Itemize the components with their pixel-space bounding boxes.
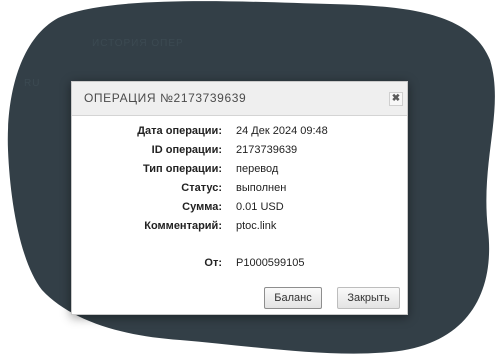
field-value: 2173739639: [236, 144, 298, 156]
field-row-amount: Сумма: 0.01 USD: [72, 201, 407, 217]
balance-button[interactable]: Баланс: [264, 287, 322, 309]
close-button[interactable]: Закрыть: [337, 287, 400, 309]
field-label: Сумма:: [182, 201, 222, 213]
dialog-title: ОПЕРАЦИЯ №2173739639: [84, 91, 247, 105]
field-row-status: Статус: выполнен: [72, 182, 407, 198]
field-value: ptoc.link: [236, 220, 277, 232]
field-value: 24 Дек 2024 09:48: [236, 125, 328, 137]
field-row-date: Дата операции: 24 Дек 2024 09:48: [72, 125, 407, 141]
background-heading-ghost: ИСТОРИЯ ОПЕР: [92, 38, 184, 49]
field-row-comment: Комментарий: ptoc.link: [72, 220, 407, 236]
field-label: ID операции:: [151, 144, 222, 156]
field-value: 0.01 USD: [236, 201, 284, 213]
dialog-header: ОПЕРАЦИЯ №2173739639 ✖: [72, 82, 407, 116]
operation-dialog: ОПЕРАЦИЯ №2173739639 ✖ Дата операции: 24…: [71, 81, 408, 315]
field-row-id: ID операции: 2173739639: [72, 144, 407, 160]
field-value: перевод: [236, 163, 279, 175]
field-row-type: Тип операции: перевод: [72, 163, 407, 179]
field-label: Дата операции:: [137, 125, 222, 137]
field-label: Тип операции:: [142, 163, 222, 175]
field-value: выполнен: [236, 182, 287, 194]
field-label: Комментарий:: [144, 220, 222, 232]
screenshot-stage: ИСТОРИЯ ОПЕР RU ОПЕРАЦИЯ №2173739639 ✖ Д…: [0, 0, 500, 359]
background-lang-ghost: RU: [24, 78, 41, 89]
field-label: Статус:: [181, 182, 222, 194]
field-label: От:: [204, 257, 222, 269]
field-row-from: От: P1000599105: [72, 257, 407, 273]
close-icon[interactable]: ✖: [389, 92, 403, 106]
field-value: P1000599105: [236, 257, 305, 269]
